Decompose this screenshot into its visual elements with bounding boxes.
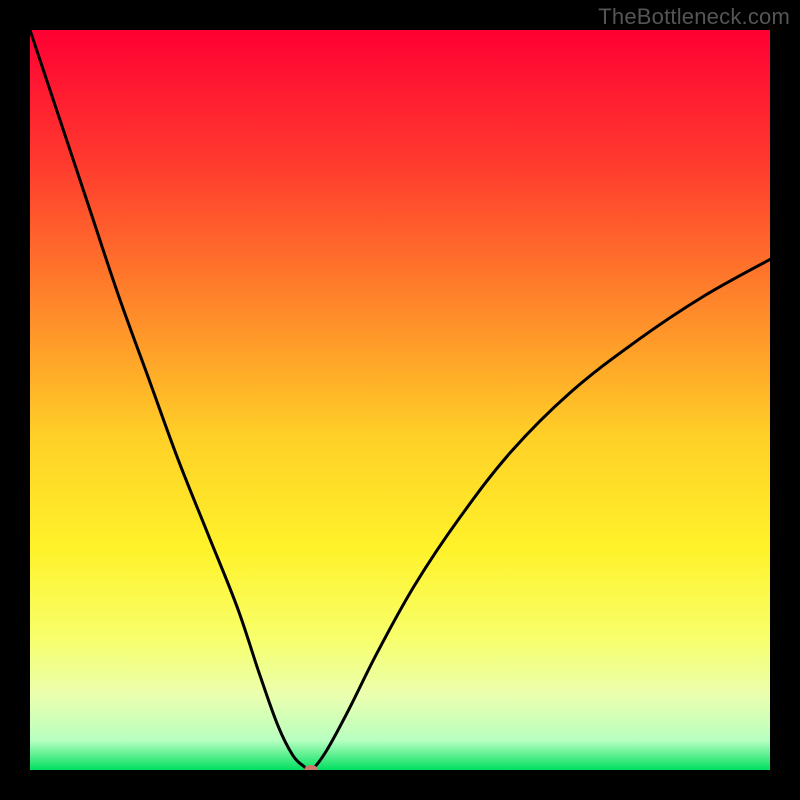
attribution-label: TheBottleneck.com xyxy=(598,4,790,30)
gradient-background xyxy=(30,30,770,770)
chart-frame: TheBottleneck.com xyxy=(0,0,800,800)
bottleneck-chart xyxy=(30,30,770,770)
plot-area xyxy=(30,30,770,770)
